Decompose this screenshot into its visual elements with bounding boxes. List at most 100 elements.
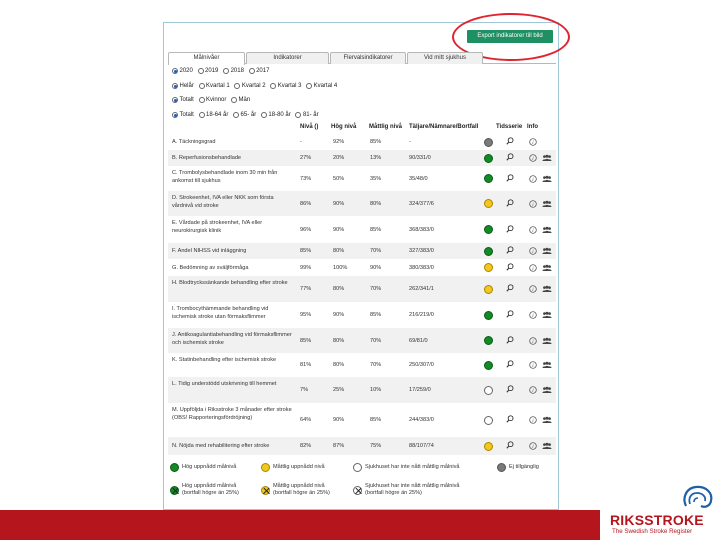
magnifier-icon[interactable]: [506, 153, 514, 161]
age-option[interactable]: 18-80 år: [260, 112, 291, 118]
tab-indikatorer[interactable]: Indikatorer: [246, 52, 329, 64]
info-icon[interactable]: i: [529, 361, 537, 369]
group-users-icon[interactable]: [542, 311, 552, 319]
group-users-icon[interactable]: [542, 285, 552, 293]
age-option[interactable]: 18-64 år: [198, 112, 228, 118]
col-header-taljare[interactable]: Täljare/Nämnare/Bortfall: [409, 124, 478, 130]
period-filter: Helår Kvartal 1 Kvartal 2 Kvartal 3 Kvar…: [172, 83, 340, 93]
age-option[interactable]: 65- år: [233, 112, 256, 118]
group-users-icon[interactable]: [542, 386, 552, 394]
magnifier-icon[interactable]: [506, 360, 514, 368]
magnifier-icon[interactable]: [506, 335, 514, 344]
group-users-icon[interactable]: [542, 247, 552, 255]
sex-option[interactable]: Män: [231, 97, 250, 103]
value-niva: 7%: [300, 387, 309, 393]
info-icon[interactable]: i: [529, 285, 537, 293]
value-hog: 100%: [333, 264, 348, 271]
value-hog: 80%: [333, 248, 345, 254]
period-option[interactable]: Helår: [172, 83, 194, 89]
col-header-hog[interactable]: Hög nivå: [331, 124, 356, 130]
age-option[interactable]: Totalt: [172, 112, 194, 118]
status-empty-icon: [484, 415, 493, 425]
group-users-icon[interactable]: [542, 226, 552, 234]
status-yellow-icon: [484, 199, 493, 208]
magnifier-icon[interactable]: [506, 310, 514, 318]
sex-option[interactable]: Kvinnor: [198, 97, 226, 103]
sex-option[interactable]: Totalt: [172, 97, 194, 103]
magnifier-icon[interactable]: [506, 441, 514, 449]
value-mattlig: 75%: [370, 443, 382, 449]
info-icon[interactable]: i: [529, 138, 537, 146]
period-option[interactable]: Kvartal 3: [270, 83, 301, 89]
info-icon[interactable]: i: [529, 311, 537, 319]
indicator-name: E. Vårdade på strokeenhet, IVA eller neu…: [172, 220, 263, 234]
indicator-name: L. Tidig understödd utskrivning till hem…: [172, 381, 277, 387]
group-users-icon[interactable]: [542, 337, 552, 345]
indicator-name: N. Nöjda med rehabilitering efter stroke: [172, 443, 270, 449]
table-row: H. Blodtryckssänkande behandling efter s…: [168, 276, 556, 302]
indicator-name: G. Bedömning av sväljförmåga: [172, 264, 249, 271]
year-option[interactable]: 2017: [248, 68, 269, 74]
magnifier-icon[interactable]: [506, 246, 514, 254]
status-gray-icon: [484, 137, 493, 147]
period-option[interactable]: Kvartal 4: [306, 83, 337, 89]
value-mattlig: 70%: [370, 286, 382, 292]
status-yellow-icon: [484, 263, 493, 272]
indicator-name: F. Andel NIHSS vid inläggning: [172, 248, 247, 254]
year-option[interactable]: 2019: [197, 68, 218, 74]
status-empty-icon: [484, 385, 493, 395]
info-icon[interactable]: i: [529, 416, 537, 424]
info-icon[interactable]: i: [529, 199, 537, 208]
table-row: M. Uppföljda i Riksstroke 3 månader efte…: [168, 403, 556, 437]
info-icon[interactable]: i: [529, 225, 537, 234]
col-header-info: Info: [527, 124, 538, 130]
period-option[interactable]: Kvartal 2: [234, 83, 266, 89]
magnifier-icon[interactable]: [506, 284, 514, 292]
value-taljare: 69/81/0: [409, 337, 428, 344]
col-header-mattlig[interactable]: Måttlig nivå: [369, 124, 402, 130]
info-icon[interactable]: i: [529, 154, 537, 162]
age-option[interactable]: 81- år: [295, 112, 319, 118]
info-icon[interactable]: i: [529, 247, 537, 255]
status-green-icon: [484, 310, 493, 320]
legend-high-dropout: Hög uppnådd målnivå (bortfall högre än 2…: [182, 483, 239, 496]
magnifier-icon[interactable]: [506, 137, 514, 145]
group-users-icon[interactable]: [542, 264, 552, 272]
value-niva: -: [300, 139, 302, 145]
info-icon[interactable]: i: [529, 386, 537, 394]
group-users-icon[interactable]: [542, 361, 552, 369]
tab-flervalsindikatorer[interactable]: Flervalsindikatorer: [330, 52, 406, 64]
magnifier-icon[interactable]: [506, 173, 514, 182]
table-row: K. Statinbehandling efter ischemisk stro…: [168, 353, 556, 377]
tab-malnivaer[interactable]: Målnivåer: [168, 52, 245, 65]
indicator-name: I. Trombocythämmande behandling vid isch…: [172, 306, 269, 320]
year-option[interactable]: 2018: [223, 68, 244, 74]
indicator-name: J. Antikoagulantiabehandling vid förmaks…: [172, 332, 292, 346]
group-users-icon[interactable]: [542, 416, 552, 424]
col-header-niva[interactable]: Nivå (): [300, 124, 318, 130]
period-option[interactable]: Kvartal 1: [198, 83, 230, 89]
magnifier-icon[interactable]: [506, 198, 514, 207]
info-icon[interactable]: i: [529, 336, 537, 345]
value-taljare: 250/307/0: [409, 362, 434, 368]
table-row: A. Täckningsgrad - 92% 85% - i: [168, 134, 556, 150]
info-icon[interactable]: i: [529, 263, 537, 272]
magnifier-icon[interactable]: [506, 415, 514, 423]
info-icon[interactable]: i: [529, 442, 537, 450]
value-mattlig: 85%: [370, 139, 382, 145]
value-taljare: 88/107/74: [409, 443, 434, 449]
tab-vid-mitt-sjukhus[interactable]: Vid mitt sjukhus: [407, 52, 483, 64]
group-users-icon[interactable]: [542, 442, 552, 450]
export-indicators-button[interactable]: Export indikatorer till bild: [467, 30, 553, 43]
magnifier-icon[interactable]: [506, 224, 514, 233]
value-taljare: 368/383/0: [409, 226, 434, 233]
magnifier-icon[interactable]: [506, 262, 514, 271]
table-row: I. Trombocythämmande behandling vid isch…: [168, 302, 556, 328]
group-users-icon[interactable]: [542, 200, 552, 208]
info-icon[interactable]: i: [529, 174, 537, 183]
magnifier-icon[interactable]: [506, 385, 514, 393]
year-option[interactable]: 2020: [172, 68, 193, 74]
group-users-icon[interactable]: [542, 154, 552, 162]
value-niva: 85%: [300, 248, 312, 254]
group-users-icon[interactable]: [542, 175, 552, 183]
